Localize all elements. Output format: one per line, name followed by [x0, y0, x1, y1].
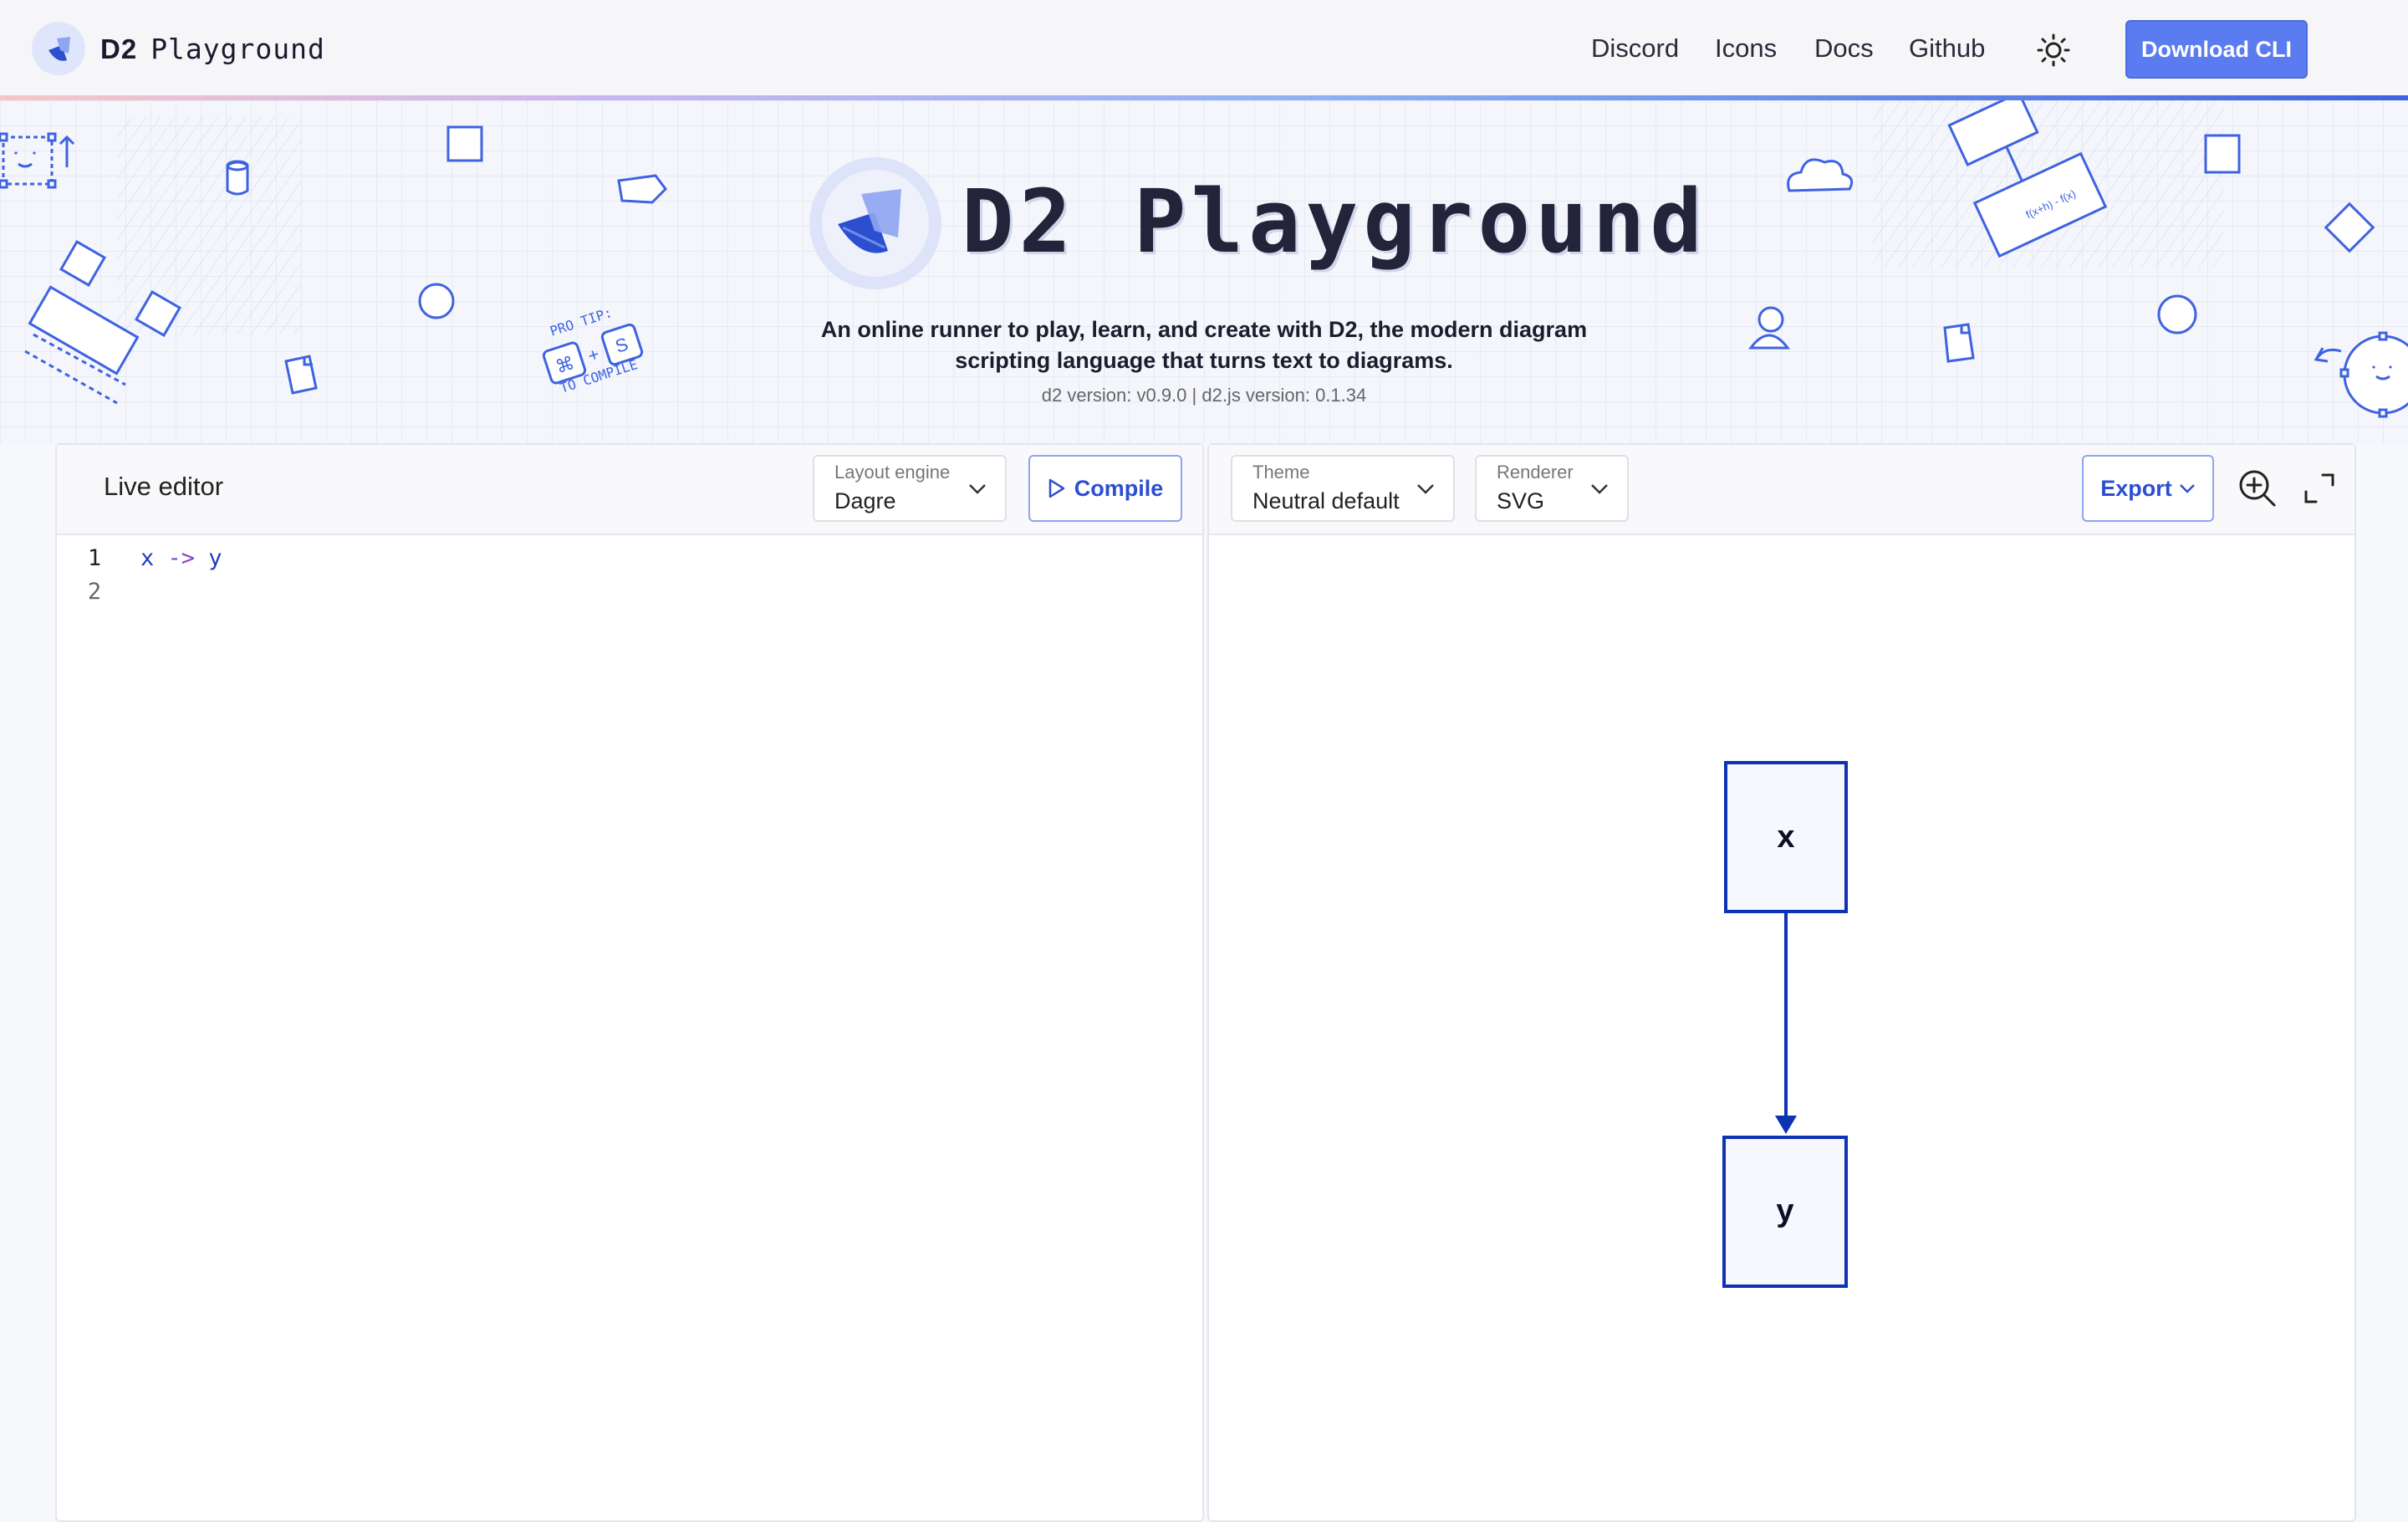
hero-subtitle-line1: An online runner to play, learn, and cre… [820, 317, 1588, 342]
line-number: 2 [87, 579, 102, 605]
diagram-edge-x-y[interactable] [1775, 912, 1797, 1134]
theme-select[interactable]: Theme Neutral default [1231, 455, 1455, 522]
chevron-down-icon [1417, 484, 1434, 494]
hero-d2-logo-icon [809, 157, 941, 289]
theme-label: Theme [1252, 462, 1310, 483]
preview-toolbar: Theme Neutral default Renderer SVG Expor… [1209, 445, 2354, 535]
compile-button[interactable]: Compile [1028, 455, 1182, 522]
code-operator: -> [154, 545, 209, 571]
hero-subtitle-line2: scripting language that turns text to di… [955, 348, 1453, 373]
top-nav: D2 Playground Discord Icons Docs Github D… [0, 0, 2408, 100]
chevron-down-icon [1591, 484, 1608, 494]
editor-toolbar: Live editor Layout engine Dagre Compile [57, 445, 1202, 535]
theme-toggle-sun-icon[interactable] [2037, 33, 2070, 67]
renderer-select[interactable]: Renderer SVG [1475, 455, 1629, 522]
renderer-label: Renderer [1497, 462, 1574, 483]
play-icon [1048, 478, 1064, 498]
preview-panel: Theme Neutral default Renderer SVG Expor… [1207, 443, 2356, 1522]
fullscreen-icon[interactable] [2298, 467, 2341, 510]
hero-subtitle: An online runner to play, learn, and cre… [803, 314, 1605, 376]
code-token: x [140, 545, 155, 571]
layout-engine-label: Layout engine [834, 462, 951, 483]
nav-link-docs[interactable]: Docs [1814, 33, 1874, 64]
line-number: 1 [87, 545, 102, 571]
chevron-down-icon [2179, 484, 2195, 493]
download-cli-button[interactable]: Download CLI [2125, 20, 2308, 79]
nav-link-github[interactable]: Github [1909, 33, 1985, 64]
hero-title: D2 Playground [962, 171, 1707, 273]
diagram-node-y[interactable]: y [1722, 1136, 1848, 1288]
live-editor-title: Live editor [104, 472, 224, 501]
layout-engine-select[interactable]: Layout engine Dagre [813, 455, 1007, 522]
compile-label: Compile [1074, 475, 1164, 501]
code-token: y [208, 545, 222, 571]
version-info: d2 version: v0.9.0 | d2.js version: 0.1.… [1041, 385, 1367, 406]
node-y-label: y [1776, 1193, 1793, 1228]
editor-panel: Live editor Layout engine Dagre Compile … [55, 443, 1204, 1522]
node-x-label: x [1777, 820, 1794, 855]
export-label: Export [2100, 475, 2172, 501]
hero-banner: PRO TIP: ⌘ + S TO COMPILE f(x+h) - f(x) [0, 100, 2408, 443]
code-text: x -> y [140, 545, 222, 571]
diagram-node-x[interactable]: x [1724, 761, 1848, 913]
editor-line: 1 x -> y [57, 545, 1202, 579]
export-button[interactable]: Export [2082, 455, 2214, 522]
zoom-in-icon[interactable] [2236, 467, 2279, 510]
svg-text:+: + [585, 344, 602, 367]
chevron-down-icon [969, 484, 986, 494]
nav-link-icons[interactable]: Icons [1715, 33, 1777, 64]
editor-line: 2 [57, 579, 1202, 612]
diagram-canvas[interactable]: x y [1209, 535, 2354, 1522]
nav-link-discord[interactable]: Discord [1591, 33, 1679, 64]
edge-arrowhead [1775, 1116, 1797, 1134]
